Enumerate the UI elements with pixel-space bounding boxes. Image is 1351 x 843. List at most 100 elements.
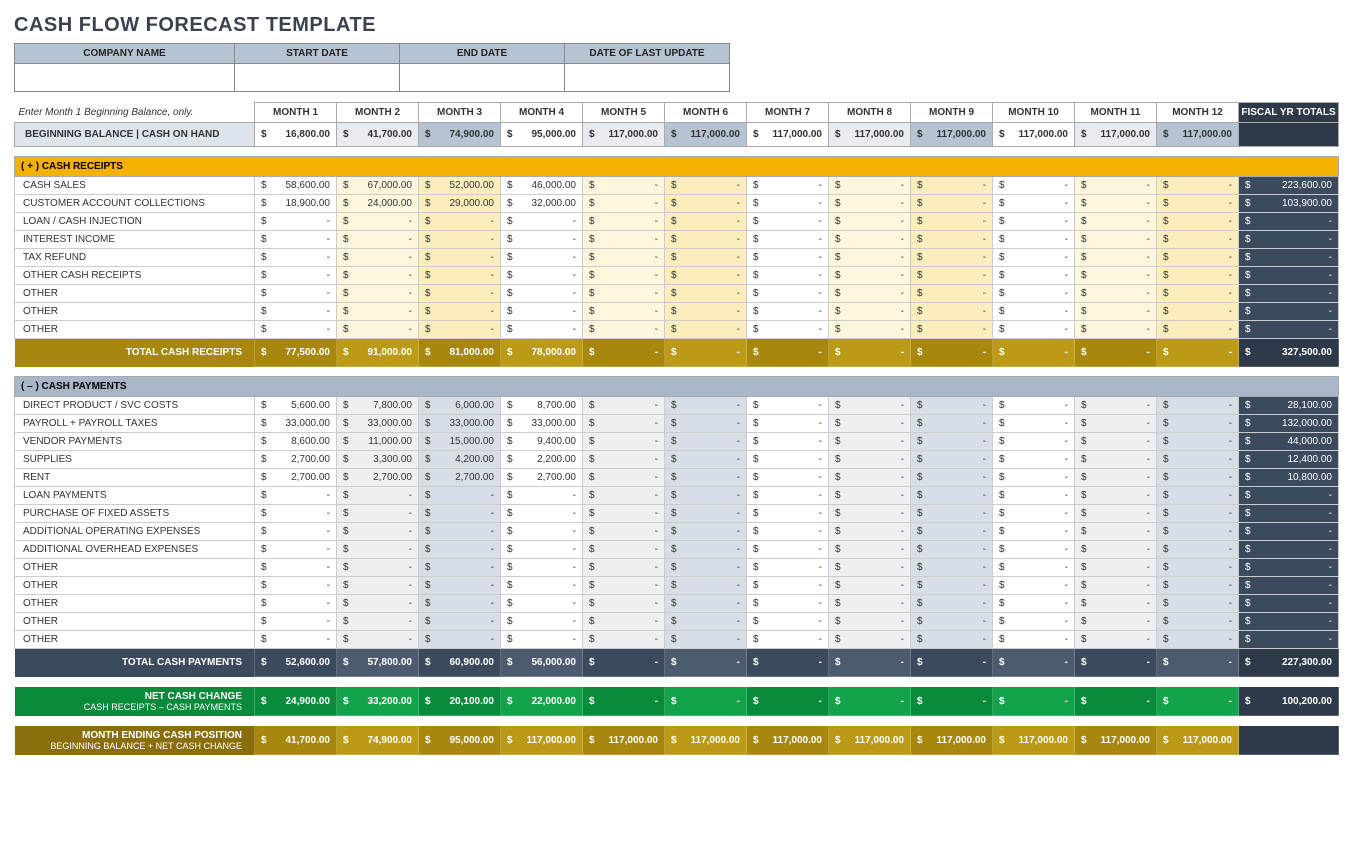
- receipt-row-cell[interactable]: $-: [665, 303, 747, 321]
- net-cash-change-cell[interactable]: $20,100.00: [419, 687, 501, 716]
- receipt-row-cell[interactable]: $-: [747, 285, 829, 303]
- receipt-row-cell[interactable]: $-: [1075, 213, 1157, 231]
- payment-row-cell[interactable]: $-: [255, 541, 337, 559]
- receipt-row-cell[interactable]: $-: [1157, 267, 1239, 285]
- payment-row-cell[interactable]: $-: [1157, 433, 1239, 451]
- payment-row-cell[interactable]: $-: [1157, 487, 1239, 505]
- total-cash-receipts-cell[interactable]: $77,500.00: [255, 339, 337, 367]
- payment-row-total[interactable]: $-: [1239, 523, 1339, 541]
- receipt-row-cell[interactable]: $-: [993, 195, 1075, 213]
- payment-row-cell[interactable]: $5,600.00: [255, 397, 337, 415]
- receipt-row-cell[interactable]: $-: [255, 303, 337, 321]
- payment-row-cell[interactable]: $-: [665, 577, 747, 595]
- payment-row-cell[interactable]: $-: [993, 613, 1075, 631]
- payment-row-cell[interactable]: $-: [911, 397, 993, 415]
- receipt-row-cell[interactable]: $18,900.00: [255, 195, 337, 213]
- payment-row-cell[interactable]: $-: [747, 451, 829, 469]
- payment-row-cell[interactable]: $-: [665, 451, 747, 469]
- payment-row-cell[interactable]: $-: [1075, 505, 1157, 523]
- payment-row-cell[interactable]: $-: [501, 631, 583, 649]
- payment-row-cell[interactable]: $2,200.00: [501, 451, 583, 469]
- payment-row-cell[interactable]: $-: [829, 451, 911, 469]
- payment-row-cell[interactable]: $-: [747, 577, 829, 595]
- payment-row-cell[interactable]: $6,000.00: [419, 397, 501, 415]
- receipt-row-cell[interactable]: $-: [583, 195, 665, 213]
- receipt-row-cell[interactable]: $-: [501, 321, 583, 339]
- receipt-row-total[interactable]: $-: [1239, 303, 1339, 321]
- receipt-row-cell[interactable]: $-: [583, 303, 665, 321]
- receipt-row-cell[interactable]: $-: [583, 321, 665, 339]
- beginning-balance-cell[interactable]: $117,000.00: [1075, 123, 1157, 147]
- payment-row-cell[interactable]: $-: [911, 433, 993, 451]
- receipt-row-cell[interactable]: $-: [911, 177, 993, 195]
- receipt-row-cell[interactable]: $-: [665, 249, 747, 267]
- month-ending-cell[interactable]: $117,000.00: [993, 726, 1075, 755]
- payment-row-cell[interactable]: $-: [583, 487, 665, 505]
- payment-row-cell[interactable]: $-: [829, 397, 911, 415]
- payment-row-cell[interactable]: $4,200.00: [419, 451, 501, 469]
- payment-row-cell[interactable]: $-: [911, 559, 993, 577]
- payment-row-cell[interactable]: $-: [583, 451, 665, 469]
- receipt-row-cell[interactable]: $-: [419, 321, 501, 339]
- payment-row-cell[interactable]: $-: [337, 523, 419, 541]
- receipt-row-cell[interactable]: $-: [993, 321, 1075, 339]
- payment-row-cell[interactable]: $-: [665, 559, 747, 577]
- total-cash-receipts-cell[interactable]: $-: [829, 339, 911, 367]
- receipt-row-cell[interactable]: $-: [747, 303, 829, 321]
- beginning-balance-cell[interactable]: $117,000.00: [993, 123, 1075, 147]
- receipt-row-cell[interactable]: $-: [993, 267, 1075, 285]
- net-cash-change-cell[interactable]: $-: [665, 687, 747, 716]
- receipt-row-cell[interactable]: $-: [993, 231, 1075, 249]
- receipt-row-cell[interactable]: $-: [911, 321, 993, 339]
- payment-row-cell[interactable]: $-: [583, 613, 665, 631]
- total-cash-payments-cell[interactable]: $-: [993, 649, 1075, 677]
- payment-row-cell[interactable]: $-: [419, 541, 501, 559]
- total-cash-payments-cell[interactable]: $-: [911, 649, 993, 677]
- month-ending-cell[interactable]: $117,000.00: [911, 726, 993, 755]
- payment-row-cell[interactable]: $-: [419, 505, 501, 523]
- total-cash-receipts-cell[interactable]: $-: [993, 339, 1075, 367]
- payment-row-cell[interactable]: $2,700.00: [255, 469, 337, 487]
- payment-row-cell[interactable]: $-: [501, 559, 583, 577]
- payment-row-cell[interactable]: $-: [829, 631, 911, 649]
- beginning-balance-cell[interactable]: $74,900.00: [419, 123, 501, 147]
- payment-row-cell[interactable]: $-: [993, 595, 1075, 613]
- payment-row-cell[interactable]: $-: [747, 505, 829, 523]
- net-cash-change-cell[interactable]: $-: [829, 687, 911, 716]
- payment-row-cell[interactable]: $-: [337, 613, 419, 631]
- payment-row-cell[interactable]: $-: [911, 451, 993, 469]
- net-cash-change-cell[interactable]: $-: [583, 687, 665, 716]
- receipt-row-cell[interactable]: $-: [993, 213, 1075, 231]
- payment-row-cell[interactable]: $-: [1157, 451, 1239, 469]
- payment-row-cell[interactable]: $11,000.00: [337, 433, 419, 451]
- payment-row-cell[interactable]: $-: [829, 469, 911, 487]
- receipt-row-cell[interactable]: $-: [337, 321, 419, 339]
- beginning-balance-cell[interactable]: $41,700.00: [337, 123, 419, 147]
- payment-row-cell[interactable]: $-: [583, 577, 665, 595]
- receipt-row-cell[interactable]: $-: [501, 249, 583, 267]
- payment-row-cell[interactable]: $-: [665, 415, 747, 433]
- receipt-row-cell[interactable]: $-: [747, 267, 829, 285]
- payment-row-total[interactable]: $132,000.00: [1239, 415, 1339, 433]
- net-cash-change-cell[interactable]: $-: [747, 687, 829, 716]
- total-cash-receipts-cell[interactable]: $-: [583, 339, 665, 367]
- payment-row-cell[interactable]: $-: [911, 541, 993, 559]
- receipt-row-cell[interactable]: $-: [419, 267, 501, 285]
- payment-row-cell[interactable]: $-: [665, 523, 747, 541]
- receipt-row-total[interactable]: $-: [1239, 249, 1339, 267]
- beginning-balance-cell[interactable]: $16,800.00: [255, 123, 337, 147]
- receipt-row-cell[interactable]: $-: [1157, 213, 1239, 231]
- payment-row-cell[interactable]: $-: [829, 577, 911, 595]
- payment-row-cell[interactable]: $-: [911, 415, 993, 433]
- receipt-row-cell[interactable]: $-: [337, 231, 419, 249]
- total-cash-payments-total[interactable]: $227,300.00: [1239, 649, 1339, 677]
- payment-row-cell[interactable]: $-: [665, 541, 747, 559]
- receipt-row-cell[interactable]: $-: [993, 177, 1075, 195]
- payment-row-cell[interactable]: $-: [583, 631, 665, 649]
- payment-row-cell[interactable]: $2,700.00: [337, 469, 419, 487]
- receipt-row-cell[interactable]: $-: [829, 213, 911, 231]
- payment-row-cell[interactable]: $-: [747, 487, 829, 505]
- total-cash-receipts-cell[interactable]: $-: [1075, 339, 1157, 367]
- net-cash-change-cell[interactable]: $-: [1075, 687, 1157, 716]
- receipt-row-cell[interactable]: $-: [911, 213, 993, 231]
